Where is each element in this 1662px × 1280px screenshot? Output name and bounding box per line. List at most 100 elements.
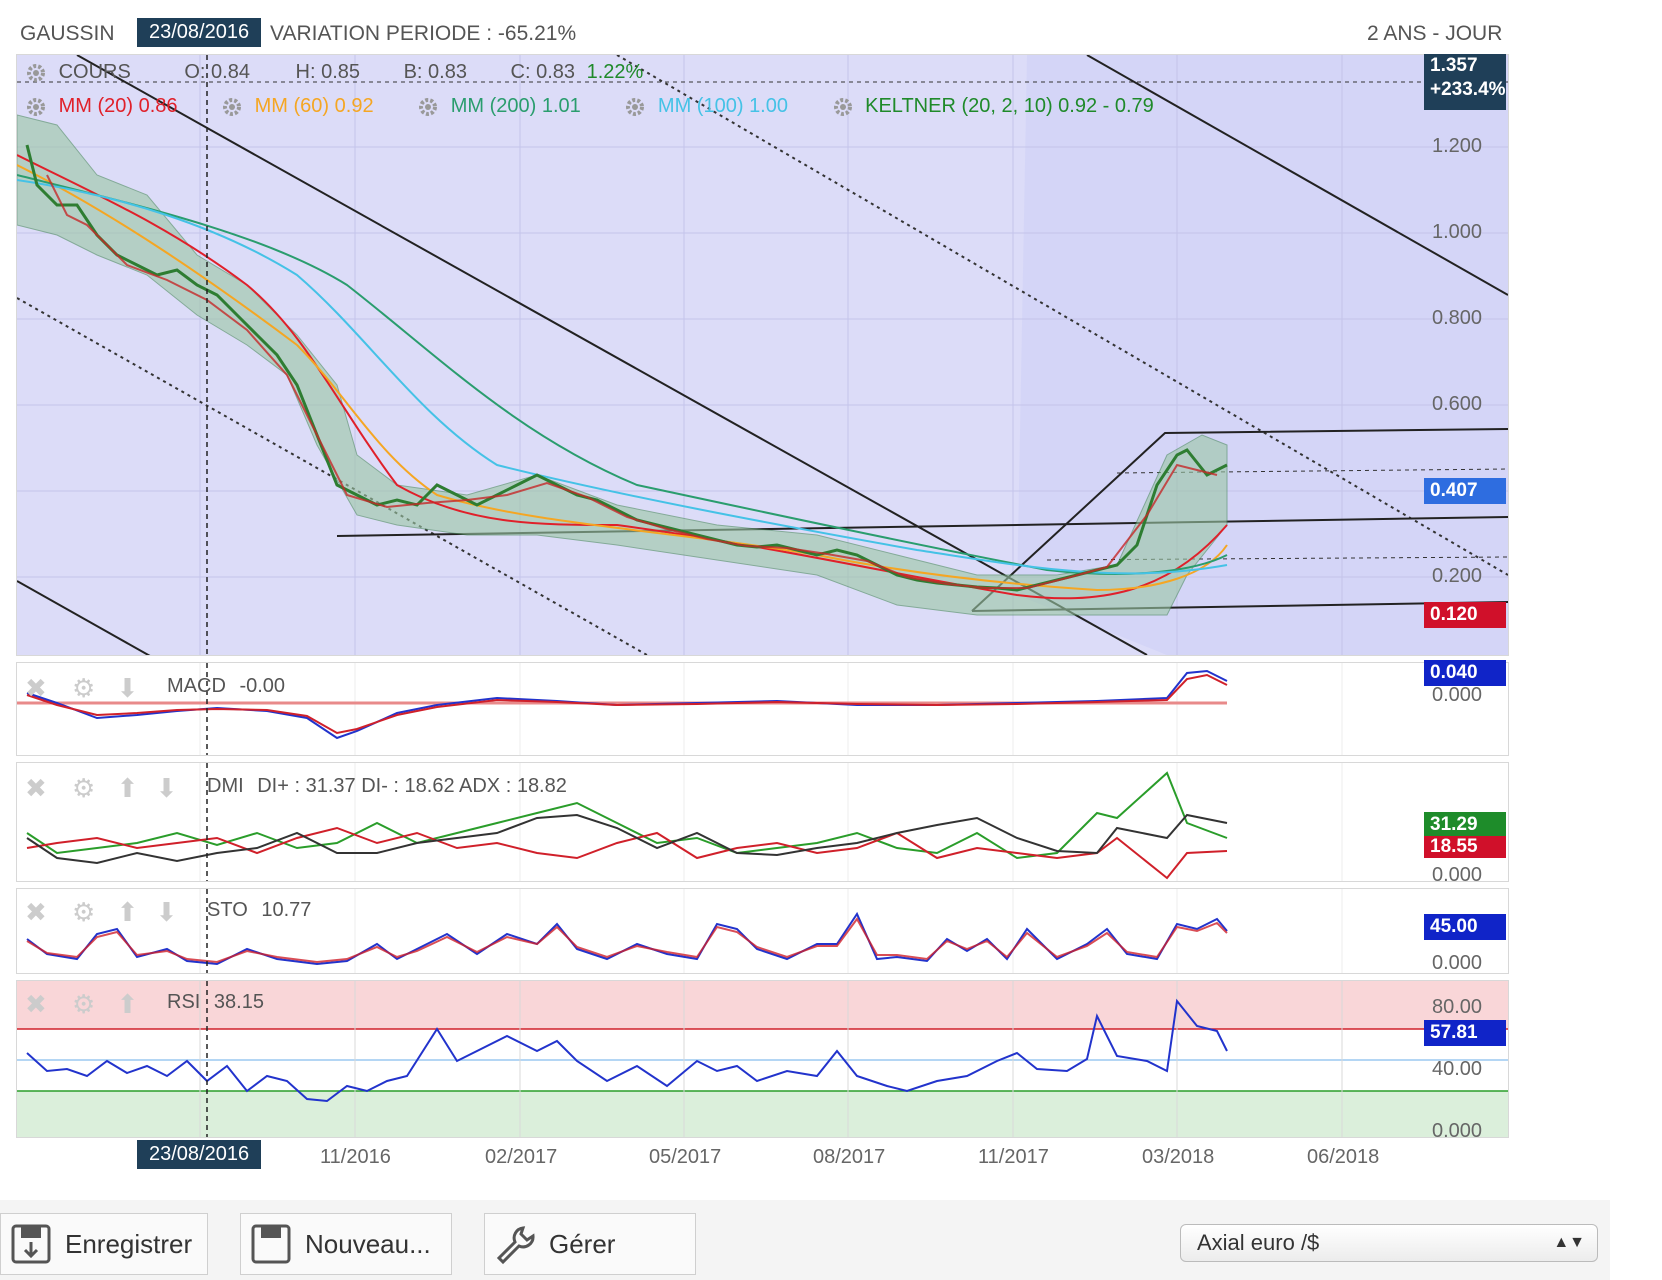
dmi-value: DI+ : 31.37 DI- : 18.62 ADX : 18.82 xyxy=(257,775,567,797)
gear-icon[interactable] xyxy=(624,96,646,118)
cours-label: COURS xyxy=(58,61,131,83)
sto-legend: STO 10.77 xyxy=(207,899,311,922)
symbol-label: GAUSSIN xyxy=(20,22,115,45)
macd-label: MACD xyxy=(167,675,226,697)
close-icon[interactable]: ✖ xyxy=(25,897,47,927)
axis-select[interactable]: Axial euro /$ ▲▼ xyxy=(1180,1224,1598,1262)
arrow-up-icon[interactable]: ⬆ xyxy=(117,773,139,803)
x-tick: 03/2018 xyxy=(1142,1146,1215,1168)
x-tick: 06/2018 xyxy=(1307,1146,1380,1168)
cours-close: C: 0.83 xyxy=(510,61,576,83)
rsi-panel[interactable]: ✖ ⚙ ⬆ RSI 38.15 xyxy=(16,980,1509,1138)
x-tick: 11/2017 xyxy=(978,1146,1049,1168)
sto-panel[interactable]: ✖ ⚙ ⬆ ⬇ STO 10.77 xyxy=(16,888,1509,974)
sto-value: 10.77 xyxy=(261,899,312,921)
gear-icon[interactable]: ⚙ xyxy=(72,989,95,1019)
dmi-legend: DMI DI+ : 31.37 DI- : 18.62 ADX : 18.82 xyxy=(207,775,567,798)
dmi-controls: ✖ ⚙ ⬆ ⬇ xyxy=(25,773,177,804)
sto-controls: ✖ ⚙ ⬆ ⬇ xyxy=(25,897,177,928)
manage-label: Gérer xyxy=(549,1228,616,1259)
high-price-change: +233.4% xyxy=(1430,79,1506,100)
x-tick: 02/2017 xyxy=(485,1146,558,1168)
keltner-value: 0.92 - 0.79 xyxy=(1058,95,1154,117)
save-icon xyxy=(11,1224,51,1264)
high-price-value: 1.357 xyxy=(1430,55,1478,76)
wrench-icon xyxy=(496,1226,535,1265)
y-tick: 1.200 xyxy=(1432,135,1483,157)
dmi-zero-label: 0.000 xyxy=(1432,864,1483,886)
sto-tag: 45.00 xyxy=(1424,914,1506,940)
rsi-label: RSI xyxy=(167,991,201,1013)
save-label: Enregistrer xyxy=(65,1228,193,1259)
macd-panel[interactable]: ✖ ⚙ ⬇ MACD -0.00 xyxy=(16,662,1509,756)
ma100-value: 1.00 xyxy=(749,95,788,117)
close-icon[interactable]: ✖ xyxy=(25,773,47,803)
macd-controls: ✖ ⚙ ⬇ xyxy=(25,673,138,704)
macd-zero-label: 0.000 xyxy=(1432,684,1483,706)
cursor-date-bottom: 23/08/2016 xyxy=(137,1140,262,1169)
period-variation: VARIATION PERIODE : -65.21% xyxy=(270,22,577,45)
di-plus-tag: 31.29 xyxy=(1424,812,1506,838)
rsi-tick: 80.00 xyxy=(1432,996,1483,1018)
x-tick: 08/2017 xyxy=(813,1146,886,1168)
x-tick: 11/2016 xyxy=(320,1146,391,1168)
macd-legend: MACD -0.00 xyxy=(167,675,285,698)
rsi-controls: ✖ ⚙ ⬆ xyxy=(25,989,138,1020)
sto-zero-label: 0.000 xyxy=(1432,952,1483,974)
gear-icon[interactable] xyxy=(25,62,47,84)
x-tick: 05/2017 xyxy=(649,1146,722,1168)
cours-low: B: 0.83 xyxy=(403,61,467,83)
axis-select-value: Axial euro /$ xyxy=(1197,1230,1320,1255)
gear-icon[interactable] xyxy=(25,96,47,118)
high-price-tag: 1.357 +233.4% xyxy=(1424,54,1506,110)
gear-icon[interactable]: ⚙ xyxy=(72,673,95,703)
close-icon[interactable]: ✖ xyxy=(25,673,47,703)
save-button[interactable]: Enregistrer xyxy=(0,1213,208,1275)
y-tick: 0.200 xyxy=(1432,565,1483,587)
ma100-label: MM (100) xyxy=(657,95,744,117)
ma60-label: MM (60) xyxy=(254,95,330,117)
gear-icon[interactable]: ⚙ xyxy=(72,773,95,803)
new-label: Nouveau... xyxy=(305,1228,431,1259)
y-tick: 0.800 xyxy=(1432,307,1483,329)
current-price-tag: 0.407 xyxy=(1424,478,1506,504)
rsi-tick: 40.00 xyxy=(1432,1058,1483,1080)
rsi-oversold-zone xyxy=(17,1091,1508,1137)
period-label: 2 ANS - JOUR xyxy=(1367,22,1503,45)
arrow-up-icon[interactable]: ⬆ xyxy=(117,989,139,1019)
dmi-panel[interactable]: ✖ ⚙ ⬆ ⬇ DMI DI+ : 31.37 DI- : 18.62 ADX … xyxy=(16,762,1509,882)
macd-tag: 0.040 xyxy=(1424,660,1506,686)
macd-value: -0.00 xyxy=(239,675,286,697)
close-icon[interactable]: ✖ xyxy=(25,989,47,1019)
manage-button[interactable]: Gérer xyxy=(484,1213,696,1275)
cours-legend: COURS O: 0.84 H: 0.85 B: 0.83 C: 0.83 1.… xyxy=(25,61,643,84)
cursor-date-top: 23/08/2016 xyxy=(137,18,262,47)
dmi-label: DMI xyxy=(207,775,244,797)
new-button[interactable]: Nouveau... xyxy=(240,1213,452,1275)
gear-icon[interactable] xyxy=(417,96,439,118)
gear-icon[interactable] xyxy=(221,96,243,118)
ma200-value: 1.01 xyxy=(541,95,581,117)
rsi-tag: 57.81 xyxy=(1424,1020,1506,1046)
low-price-tag: 0.120 xyxy=(1424,602,1506,628)
arrow-up-icon[interactable]: ⬆ xyxy=(117,897,139,927)
price-chart[interactable] xyxy=(17,55,1508,655)
price-panel[interactable]: COURS O: 0.84 H: 0.85 B: 0.83 C: 0.83 1.… xyxy=(16,54,1509,656)
di-minus-tag: 18.55 xyxy=(1424,836,1506,858)
y-tick: 1.000 xyxy=(1432,221,1483,243)
arrow-down-icon[interactable]: ⬇ xyxy=(156,897,178,927)
y-tick: 0.600 xyxy=(1432,393,1483,415)
ma20-value: 0.86 xyxy=(138,95,178,117)
cours-open: O: 0.84 xyxy=(184,61,250,83)
rsi-tick: 0.000 xyxy=(1432,1120,1483,1142)
arrow-down-icon[interactable]: ⬇ xyxy=(117,673,139,703)
arrow-down-icon[interactable]: ⬇ xyxy=(156,773,178,803)
indicator-legend: MM (20) 0.86 MM (60) 0.92 MM (200) 1.01 … xyxy=(25,95,1154,118)
ma200-label: MM (200) xyxy=(450,95,537,117)
gear-icon[interactable] xyxy=(832,96,854,118)
keltner-label: KELTNER (20, 2, 10) xyxy=(865,95,1053,117)
rsi-value: 38.15 xyxy=(213,991,264,1013)
sto-label: STO xyxy=(207,899,248,921)
gear-icon[interactable]: ⚙ xyxy=(72,897,95,927)
new-document-icon xyxy=(251,1224,291,1264)
